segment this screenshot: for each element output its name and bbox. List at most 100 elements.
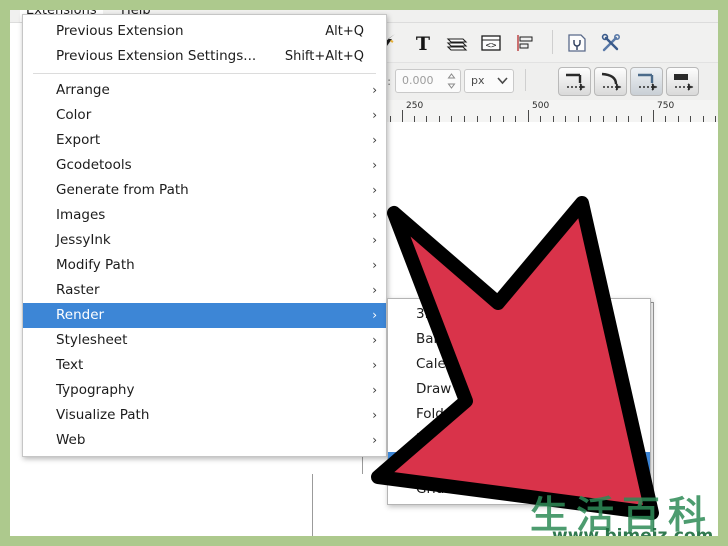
tool-controls-bar: H: 0.000 px [362,62,718,101]
menu-item-typography[interactable]: Typography › [23,378,386,403]
menu-item-label: Text [56,357,84,373]
menu-item-raster[interactable]: Raster › [23,278,386,303]
chevron-down-icon [497,77,508,85]
xml-editor-icon[interactable]: <> [478,30,504,56]
menu-item-gcodetools[interactable]: Gcodetools › [23,153,386,178]
chevron-right-icon: › [372,358,377,372]
chevron-right-icon: › [372,408,377,422]
extensions-dropdown-menu: Previous Extension Alt+Q Previous Extensio… [22,14,387,457]
menu-item-label: Color [56,107,92,123]
ruler-tick-major [402,110,403,122]
submenu-item-barcode[interactable]: Barcode [388,327,650,352]
page-border-left [312,474,363,536]
menu-item-generate-from-path[interactable]: Generate from Path › [23,178,386,203]
menu-item-label: JessyInk [56,232,111,248]
menu-item-color[interactable]: Color › [23,103,386,128]
text-tool-icon[interactable]: T [410,30,436,56]
unit-value: px [471,74,485,87]
chevron-right-icon: › [372,208,377,222]
unit-select[interactable]: px [464,69,514,93]
submenu-item-gear[interactable]: Gear [388,452,650,477]
stepper-arrows-icon[interactable] [447,72,456,90]
toolbar-separator [552,30,553,54]
submenu-item-label: Gear [416,456,449,472]
menu-item-web[interactable]: Web › [23,428,386,453]
menu-item-label: Generate from Path [56,182,189,198]
submenu-item-grids[interactable]: Grids [388,477,650,502]
submenu-item-label: Barcode [416,331,472,347]
outer-green-frame: T <> 0.000 px 250 500 750 Previous Exten… [0,0,728,546]
menu-item-label: Raster [56,282,100,298]
snap-path-intersection-button[interactable] [630,67,663,96]
menu-item-label: Modify Path [56,257,135,273]
chevron-right-icon: › [372,233,377,247]
menu-item-label: Previous Extension [56,23,184,39]
menu-item-label: Arrange [56,82,110,98]
menu-item-label: Export [56,132,101,148]
submenu-item-calendar[interactable]: Calendar... [388,352,650,377]
menu-item-label: Stylesheet [56,332,128,348]
svg-text:<>: <> [486,41,497,51]
submenu-item-label: Foldable Box... [416,406,516,422]
menu-item-label: Visualize Path [56,407,150,423]
inkscape-window: T <> 0.000 px 250 500 750 Previous Exten… [10,10,718,536]
menu-item-label: Images [56,207,106,223]
snap-bounding-box-button[interactable] [666,67,699,96]
submenu-item-label: 3D Polyhedron... [416,306,528,322]
chevron-right-icon: › [372,183,377,197]
submenu-item-draw-from-triangle[interactable]: Draw From Triangle... [388,377,650,402]
menu-item-arrange[interactable]: Arrange › [23,78,386,103]
ruler-label: 250 [406,101,424,111]
snap-node-cusp-button[interactable] [558,67,591,96]
menu-item-text[interactable]: Text › [23,353,386,378]
render-submenu: 3D Polyhedron... Barcode Calendar... Draw F… [387,298,651,505]
menu-item-label: Typography [56,382,135,398]
command-toolbar: T <> [362,22,718,62]
align-distribute-icon[interactable] [512,30,538,56]
submenu-item-label: Calendar... [416,356,489,372]
menu-item-previous-extension[interactable]: Previous Extension Alt+Q [23,19,386,44]
submenu-item-label: Grids [416,481,452,497]
chevron-right-icon: › [372,333,377,347]
document-properties-icon[interactable] [564,30,590,56]
chevron-right-icon: › [372,258,377,272]
ruler-label: 750 [657,101,675,111]
menu-item-label: Gcodetools [56,157,132,173]
menu-separator [33,73,376,74]
layers-icon[interactable] [444,30,470,56]
menu-item-modify-path[interactable]: Modify Path › [23,253,386,278]
svg-text:T: T [416,33,430,55]
submenu-item-label: Draw From Triangle... [416,381,560,397]
height-stepper[interactable]: 0.000 [395,69,461,93]
menu-item-shortcut: Alt+Q [325,24,364,39]
menu-item-export[interactable]: Export › [23,128,386,153]
menu-item-shortcut: Shift+Alt+Q [284,49,364,64]
ruler-tick-major [528,110,529,122]
chevron-right-icon: › [372,158,377,172]
chevron-right-icon: › [372,383,377,397]
ruler-label: 500 [532,101,550,111]
chevron-right-icon: › [372,433,377,447]
chevron-right-icon: › [372,133,377,147]
horizontal-ruler[interactable]: 250 500 750 [362,100,718,123]
menu-item-label: Web [56,432,86,448]
menu-item-render[interactable]: Render › [23,303,386,328]
submenu-item-3d-polyhedron[interactable]: 3D Polyhedron... [388,302,650,327]
menu-item-stylesheet[interactable]: Stylesheet › [23,328,386,353]
submenu-item-function-plotter[interactable]: Function Plotter... [388,427,650,452]
chevron-right-icon: › [372,108,377,122]
menu-item-jessyink[interactable]: JessyInk › [23,228,386,253]
preferences-icon[interactable] [598,30,624,56]
controls-separator [525,69,526,91]
chevron-right-icon: › [372,283,377,297]
menu-item-images[interactable]: Images › [23,203,386,228]
snap-node-smooth-button[interactable] [594,67,627,96]
menu-item-label: Previous Extension Settings... [56,48,257,64]
menu-item-visualize-path[interactable]: Visualize Path › [23,403,386,428]
submenu-item-label: Function Plotter... [416,431,534,447]
chevron-right-icon: › [372,83,377,97]
menu-item-label: Render [56,307,105,323]
ruler-tick-major [653,110,654,122]
menu-item-previous-extension-settings[interactable]: Previous Extension Settings... Shift+Alt+… [23,44,386,69]
submenu-item-foldable-box[interactable]: Foldable Box... [388,402,650,427]
